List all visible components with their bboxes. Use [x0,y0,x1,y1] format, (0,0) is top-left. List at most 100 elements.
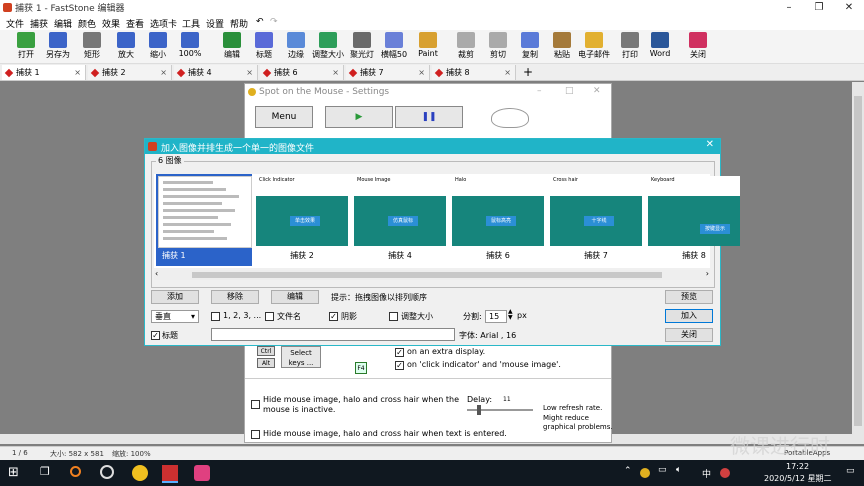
add-button[interactable]: 添加 [151,290,199,304]
menu-view[interactable]: 查看 [126,17,144,30]
tab-capture-8[interactable]: 捕获 8 × [432,65,516,80]
preview-button[interactable]: 预览 [665,290,713,304]
spot-max-icon[interactable]: □ [565,86,574,96]
toolbar-button-19[interactable]: Word [642,32,678,64]
clock-time[interactable]: 17:22 [786,462,809,471]
edit-button[interactable]: 编辑 [271,290,319,304]
new-tab-button[interactable]: + [520,64,536,80]
canvas-vscroll[interactable] [852,82,864,444]
minimize-icon[interactable]: – [774,0,804,15]
toolbar-button-16[interactable]: 粘贴 [544,32,580,64]
resize-checkbox[interactable] [389,312,398,321]
menu-edit[interactable]: 编辑 [54,17,72,30]
faststone-taskbar-icon[interactable] [162,465,178,483]
toolbar-button-12[interactable]: Paint [410,32,446,64]
menu-capture[interactable]: 捕获 [30,17,48,30]
scroll-right-icon[interactable]: › [706,269,709,278]
ctrl-key[interactable]: Ctrl [257,346,275,356]
alt-key[interactable]: Alt [257,358,275,368]
filename-checkbox[interactable] [265,312,274,321]
tab-capture-1[interactable]: 捕获 1 × [2,65,86,80]
join-button[interactable]: 加入 [665,309,713,323]
undo-icon[interactable]: ↶ [256,17,264,27]
toolbar-button-1[interactable]: 另存为 [40,32,76,64]
task-view-icon[interactable]: ❐ [40,465,56,481]
close-icon[interactable]: ✕ [834,0,864,15]
thumbnail-hscroll[interactable]: ‹ › [154,269,710,280]
image-thumbnail[interactable]: Halo 鼠标高亮 捕获 6 [450,174,546,266]
toolbar-button-14[interactable]: 剪切 [480,32,516,64]
toolbar-button-6[interactable]: 编辑 [214,32,250,64]
image-thumbnail[interactable]: 捕获 1 [156,174,252,266]
toolbar-button-17[interactable]: 电子邮件 [576,32,612,64]
extra-display-checkbox[interactable]: ✓ [395,348,404,357]
volume-icon[interactable]: 🔈︎ [676,465,681,475]
spot-close-icon[interactable]: ✕ [593,86,601,96]
toolbar-button-7[interactable]: 标题 [246,32,282,64]
tab-close-icon[interactable]: × [246,65,253,80]
close-button[interactable]: 关闭 [665,328,713,342]
image-thumbnail[interactable]: Mouse Image 仿真鼠标 捕获 4 [352,174,448,266]
windows-start-icon[interactable]: ⊞ [8,465,24,481]
menu-tabs[interactable]: 选项卡 [150,17,177,30]
menu-tools[interactable]: 工具 [182,17,200,30]
input-method-label[interactable]: 中 [702,467,711,480]
tab-close-icon[interactable]: × [418,65,425,80]
tray-app-icon[interactable] [640,468,650,478]
click-indicator-checkbox[interactable]: ✓ [395,361,404,370]
f4-key[interactable]: F4 [355,362,367,374]
canvas-vscroll-thumb[interactable] [854,96,862,426]
toolbar-button-0[interactable]: 打开 [8,32,44,64]
menu-file[interactable]: 文件 [6,17,24,30]
cortana-icon[interactable] [100,465,114,479]
split-input[interactable]: 15 [485,310,507,323]
redo-icon[interactable]: ↷ [270,17,278,27]
tab-close-icon[interactable]: × [74,65,81,80]
spot-min-icon[interactable]: – [537,86,542,96]
clock-date[interactable]: 2020/5/12 星期二 [764,473,832,484]
tab-capture-2[interactable]: 捕获 2 × [88,65,172,80]
toolbar-button-20[interactable]: 关闭 [680,32,716,64]
tab-close-icon[interactable]: × [160,65,167,80]
delay-slider-thumb[interactable] [477,405,481,415]
tray-app-icon-2[interactable] [720,468,730,478]
restore-icon[interactable]: ❐ [804,0,834,15]
toolbar-button-9[interactable]: 调整大小 [310,32,346,64]
toolbar-button-3[interactable]: 放大 [108,32,144,64]
select-keys-button[interactable]: Select keys ... [281,346,321,368]
toolbar-button-13[interactable]: 裁剪 [448,32,484,64]
image-thumbnail[interactable]: Click Indicator 单击效果 捕获 2 [254,174,350,266]
toolbar-button-8[interactable]: 边缘 [278,32,314,64]
split-stepper-icon[interactable]: ▲ ▼ [508,309,513,321]
spot-pause-button[interactable]: ❚❚ [395,106,463,128]
numbering-checkbox[interactable] [211,312,220,321]
image-thumbnail[interactable]: Cross hair 十字线 捕获 7 [548,174,644,266]
hide-text-checkbox[interactable] [251,430,260,439]
tab-close-icon[interactable]: × [504,65,511,80]
toolbar-button-4[interactable]: 缩小 [140,32,176,64]
search-icon[interactable] [70,466,81,477]
menu-settings[interactable]: 设置 [206,17,224,30]
scroll-left-icon[interactable]: ‹ [155,269,158,278]
image-thumbnail[interactable]: Keyboard 按键显示 捕获 8 [646,174,742,266]
shadow-checkbox[interactable]: ✓ [329,312,338,321]
toolbar-button-10[interactable]: 聚光灯 [344,32,380,64]
app-taskbar-icon-1[interactable] [132,465,148,481]
notification-icon[interactable]: ▭ [846,466,855,476]
thumbnail-hscroll-thumb[interactable] [192,272,662,278]
orientation-select[interactable]: 垂直 ▾ [151,310,199,323]
menu-effects[interactable]: 效果 [102,17,120,30]
hide-inactive-checkbox[interactable] [251,400,260,409]
tab-close-icon[interactable]: × [332,65,339,80]
network-icon[interactable]: ▭ [658,465,667,475]
tab-capture-6[interactable]: 捕获 6 × [260,65,344,80]
spot-play-button[interactable]: ▶ [325,106,393,128]
dialog-close-icon[interactable]: ✕ [706,139,714,150]
toolbar-button-5[interactable]: 100% [172,32,208,64]
app-taskbar-icon-3[interactable] [194,465,210,481]
tab-capture-4[interactable]: 捕获 4 × [174,65,258,80]
toolbar-button-2[interactable]: 矩形 [74,32,110,64]
tab-capture-7[interactable]: 捕获 7 × [346,65,430,80]
tray-chevron-icon[interactable]: ⌃ [624,466,632,476]
spot-menu-button[interactable]: Menu [255,106,313,128]
